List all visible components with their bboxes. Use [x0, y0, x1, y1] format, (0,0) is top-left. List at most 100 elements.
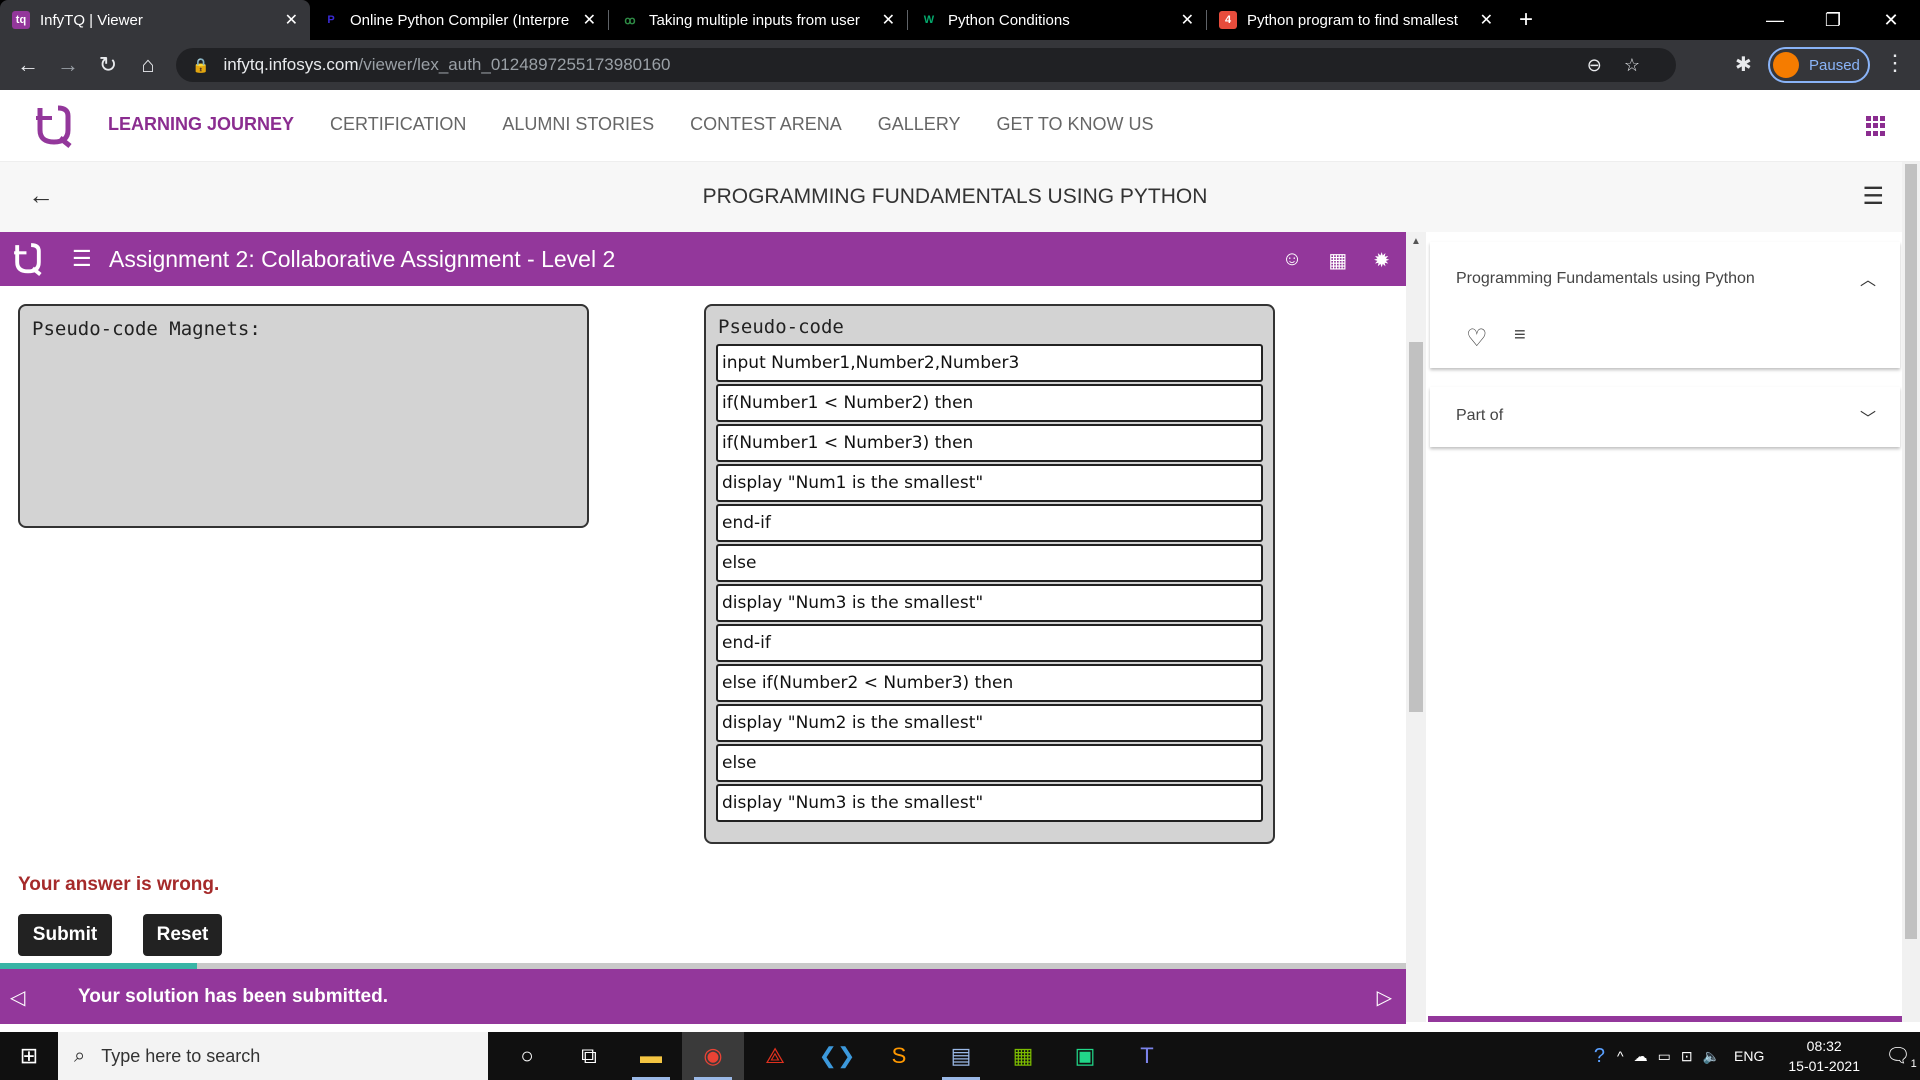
- submit-button[interactable]: Submit: [18, 914, 112, 956]
- zoom-icon[interactable]: ⊖: [1587, 55, 1602, 76]
- document-icon[interactable]: ▤: [930, 1032, 992, 1080]
- hamburger-icon[interactable]: ☰: [72, 246, 92, 272]
- nav-gallery[interactable]: GALLERY: [878, 114, 961, 135]
- menu-icon[interactable]: ☰: [1862, 182, 1884, 211]
- viewer-scrollbar[interactable]: ▲: [1406, 232, 1426, 1022]
- help-icon[interactable]: ?: [1594, 1045, 1605, 1068]
- code-line[interactable]: end-if: [716, 624, 1263, 662]
- page-scrollbar[interactable]: [1902, 162, 1920, 1022]
- part-of-label: Part of: [1456, 407, 1504, 424]
- close-tab-icon[interactable]: ✕: [882, 10, 895, 30]
- browser-tab-smallest[interactable]: 4 Python program to find smallest ✕: [1207, 0, 1505, 40]
- scrollbar-thumb[interactable]: [1905, 164, 1917, 939]
- course-title: PROGRAMMING FUNDAMENTALS USING PYTHON: [702, 185, 1208, 208]
- vscode-icon[interactable]: ❮❯: [806, 1032, 868, 1080]
- code-line[interactable]: else if(Number2 < Number3) then: [716, 664, 1263, 702]
- settings-gear-icon[interactable]: ✹: [1373, 248, 1390, 273]
- cortana-icon[interactable]: ○: [496, 1032, 558, 1080]
- address-bar[interactable]: 🔒 infytq.infosys.com/viewer/lex_auth_012…: [176, 48, 1676, 82]
- close-tab-icon[interactable]: ✕: [1480, 10, 1493, 30]
- search-placeholder: Type here to search: [101, 1045, 261, 1066]
- result-message: Your answer is wrong.: [18, 874, 220, 895]
- nav-certification[interactable]: CERTIFICATION: [330, 114, 466, 135]
- chevron-up-icon[interactable]: ^: [1617, 1048, 1624, 1064]
- smiley-icon[interactable]: ☺: [1282, 248, 1302, 273]
- chevron-up-icon[interactable]: ︿: [1860, 266, 1876, 290]
- browser-tab-conditions[interactable]: W Python Conditions ✕: [908, 0, 1206, 40]
- acrobat-icon[interactable]: ⟁: [744, 1032, 806, 1080]
- browser-tab-compiler[interactable]: P Online Python Compiler (Interpre ✕: [310, 0, 608, 40]
- site-favicon-icon: 4: [1219, 11, 1237, 29]
- code-line[interactable]: input Number1,Number2,Number3: [716, 344, 1263, 382]
- forward-icon[interactable]: →: [48, 52, 88, 78]
- close-tab-icon[interactable]: ✕: [1181, 10, 1194, 30]
- back-icon[interactable]: ←: [8, 52, 48, 78]
- code-line[interactable]: if(Number1 < Number2) then: [716, 384, 1263, 422]
- code-line[interactable]: else: [716, 744, 1263, 782]
- office-icon[interactable]: ▦: [992, 1032, 1054, 1080]
- nav-get-to-know-us[interactable]: GET TO KNOW US: [997, 114, 1154, 135]
- nav-learning-journey[interactable]: LEARNING JOURNEY: [108, 114, 294, 135]
- profile-button[interactable]: Paused: [1768, 47, 1870, 83]
- minimize-icon[interactable]: —: [1746, 0, 1804, 40]
- notification-icon[interactable]: 🗨1: [1882, 1043, 1920, 1070]
- browser-tab-infytq[interactable]: tq InfyTQ | Viewer ✕: [0, 0, 310, 40]
- extensions-puzzle-icon[interactable]: ✱: [1735, 52, 1752, 77]
- previous-icon[interactable]: ◁: [10, 985, 25, 1010]
- part-of-card[interactable]: Part of ﹀: [1430, 387, 1900, 447]
- code-line[interactable]: display "Num3 is the smallest": [716, 784, 1263, 822]
- bookmark-star-icon[interactable]: ☆: [1624, 55, 1640, 76]
- nav-alumni-stories[interactable]: ALUMNI STORIES: [502, 114, 654, 135]
- search-icon: ⌕: [74, 1044, 86, 1067]
- pseudo-code-area: Pseudo-code input Number1,Number2,Number…: [704, 304, 1275, 844]
- chevron-down-icon[interactable]: ﹀: [1860, 405, 1876, 429]
- battery-icon[interactable]: ▭: [1658, 1048, 1671, 1065]
- new-tab-icon[interactable]: +: [1519, 6, 1533, 34]
- close-tab-icon[interactable]: ✕: [583, 10, 596, 30]
- file-explorer-icon[interactable]: ▬: [620, 1032, 682, 1080]
- restore-icon[interactable]: ❐: [1804, 0, 1862, 40]
- code-line[interactable]: else: [716, 544, 1263, 582]
- scrollbar-thumb[interactable]: [1409, 342, 1423, 712]
- language-indicator[interactable]: ENG: [1734, 1048, 1764, 1064]
- task-view-icon[interactable]: ⧉: [558, 1032, 620, 1080]
- taskbar-search-box[interactable]: ⌕ Type here to search: [58, 1032, 488, 1080]
- pseudo-code-label: Pseudo-code: [718, 316, 844, 338]
- network-icon[interactable]: ⊡: [1681, 1048, 1693, 1065]
- side-panel: Programming Fundamentals using Python ︿ …: [1428, 232, 1902, 1022]
- apps-grid-icon[interactable]: [1866, 116, 1886, 136]
- code-line[interactable]: display "Num2 is the smallest": [716, 704, 1263, 742]
- next-icon[interactable]: ▷: [1377, 985, 1392, 1010]
- playlist-icon[interactable]: ≡: [1514, 324, 1526, 347]
- pycharm-icon[interactable]: ▣: [1054, 1032, 1116, 1080]
- notification-count: 1: [1910, 1057, 1917, 1070]
- calendar-icon[interactable]: ▦: [1328, 248, 1347, 273]
- nav-contest-arena[interactable]: CONTEST ARENA: [690, 114, 842, 135]
- taskbar-clock[interactable]: 08:32 15-01-2021: [1788, 1036, 1860, 1076]
- code-line[interactable]: display "Num3 is the smallest": [716, 584, 1263, 622]
- code-line[interactable]: end-if: [716, 504, 1263, 542]
- infytq-logo[interactable]: [34, 104, 74, 148]
- close-tab-icon[interactable]: ✕: [285, 10, 298, 30]
- reset-button[interactable]: Reset: [143, 914, 222, 956]
- cloud-icon[interactable]: ☁: [1634, 1048, 1648, 1065]
- reload-icon[interactable]: ↻: [88, 52, 128, 78]
- tab-title: InfyTQ | Viewer: [40, 11, 143, 29]
- browser-tab-inputs[interactable]: ꝏ Taking multiple inputs from user ✕: [609, 0, 907, 40]
- pseudo-code-magnets-area[interactable]: Pseudo-code Magnets:: [18, 304, 589, 528]
- teams-icon[interactable]: T: [1116, 1032, 1178, 1080]
- close-window-icon[interactable]: ✕: [1862, 0, 1920, 40]
- volume-icon[interactable]: 🔈: [1703, 1048, 1720, 1065]
- chrome-icon[interactable]: ◉: [682, 1032, 744, 1080]
- code-line[interactable]: display "Num1 is the smallest": [716, 464, 1263, 502]
- assignment-viewer: ☰ Assignment 2: Collaborative Assignment…: [0, 232, 1406, 1024]
- heart-icon[interactable]: ♡: [1466, 324, 1488, 353]
- tab-title: Online Python Compiler (Interpre: [350, 11, 570, 29]
- browser-menu-icon[interactable]: ⋮: [1884, 50, 1906, 76]
- status-bar: ◁ Your solution has been submitted. ▷: [0, 969, 1406, 1024]
- home-icon[interactable]: ⌂: [128, 52, 168, 78]
- windows-start-icon[interactable]: ⊞: [0, 1032, 58, 1080]
- sublime-icon[interactable]: S: [868, 1032, 930, 1080]
- scroll-up-icon[interactable]: ▲: [1411, 236, 1421, 247]
- code-line[interactable]: if(Number1 < Number3) then: [716, 424, 1263, 462]
